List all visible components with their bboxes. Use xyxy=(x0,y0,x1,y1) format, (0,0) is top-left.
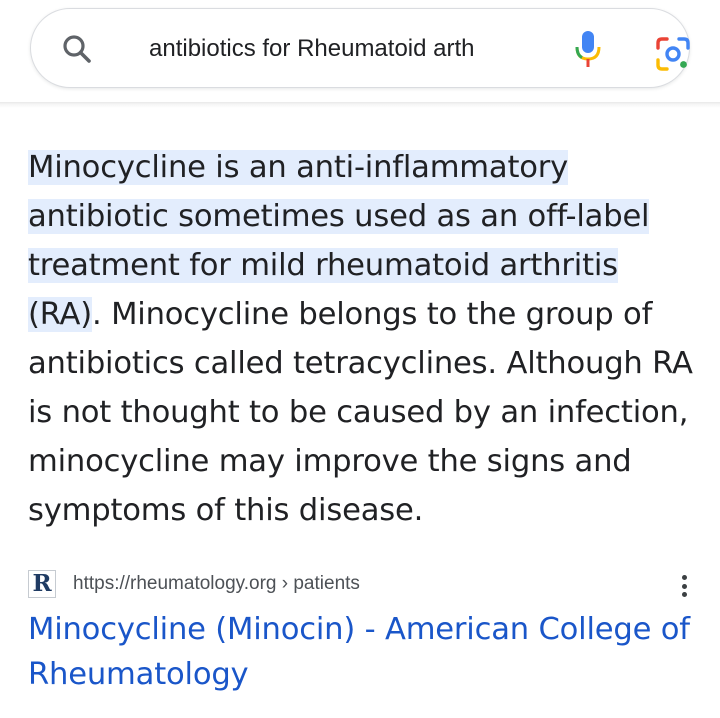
site-favicon: R xyxy=(28,570,56,598)
result-source[interactable]: R https://rheumatology.org › patients xyxy=(28,568,698,602)
featured-snippet: Minocycline is an anti-inflammatory anti… xyxy=(28,143,698,535)
source-url[interactable]: https://rheumatology.org › patients xyxy=(73,573,360,595)
mic-icon[interactable] xyxy=(573,29,603,71)
header-divider xyxy=(0,102,720,108)
search-bar[interactable] xyxy=(30,8,690,88)
more-options-icon[interactable] xyxy=(674,572,694,600)
snippet-text: . Minocycline belongs to the group of an… xyxy=(28,297,693,528)
google-lens-icon[interactable] xyxy=(653,34,693,74)
search-icon[interactable] xyxy=(61,33,93,65)
result-title-link[interactable]: Minocycline (Minocin) - American College… xyxy=(28,607,698,697)
search-results-page: Minocycline is an anti-inflammatory anti… xyxy=(0,0,720,718)
search-input[interactable] xyxy=(149,31,541,67)
